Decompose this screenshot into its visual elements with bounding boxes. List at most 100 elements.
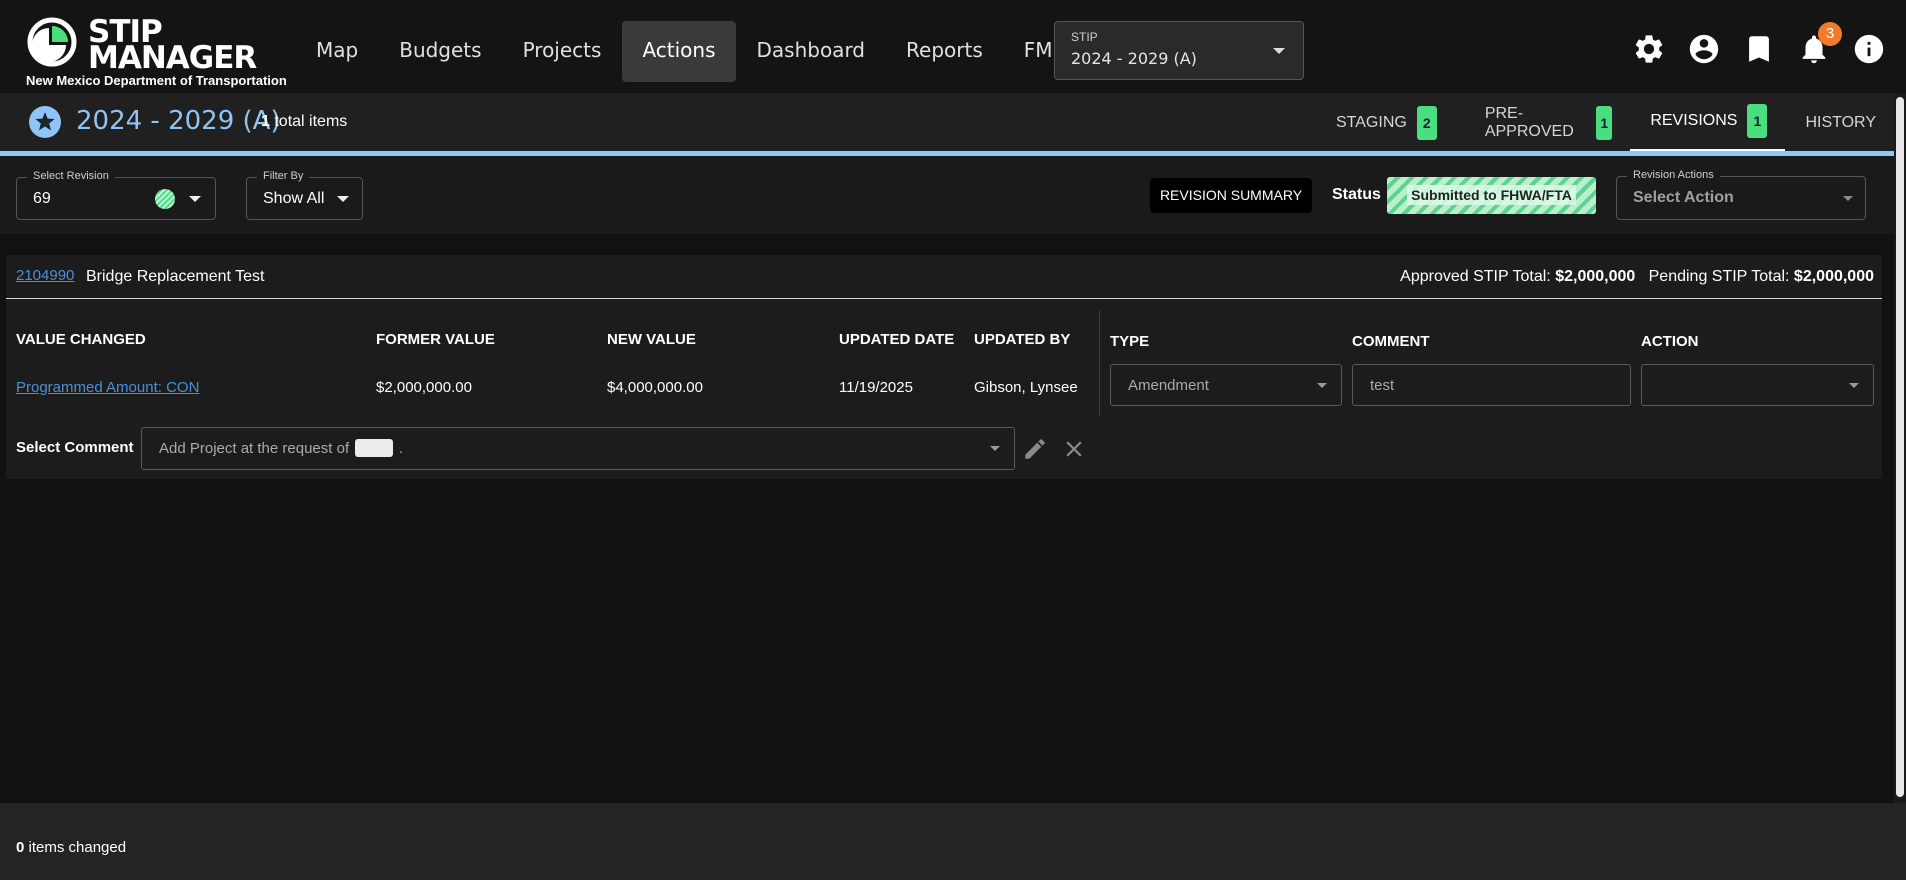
column-header-action: ACTION xyxy=(1641,333,1699,350)
notification-count-badge: 3 xyxy=(1818,22,1842,46)
chevron-down-icon xyxy=(1273,48,1285,54)
column-divider xyxy=(1099,310,1100,416)
items-changed-text: 0 items changed xyxy=(16,839,126,856)
total-items-text: 1 total items xyxy=(261,113,347,131)
info-icon[interactable] xyxy=(1852,32,1886,66)
close-icon[interactable] xyxy=(1061,436,1087,462)
pencil-icon[interactable] xyxy=(1022,436,1048,462)
column-header-updated-date: UPDATED DATE xyxy=(839,331,955,348)
star-icon[interactable] xyxy=(28,105,62,139)
column-header-new-value: NEW VALUE xyxy=(607,331,696,348)
approved-total-value: $2,000,000 xyxy=(1555,268,1636,285)
filter-by-label: Filter By xyxy=(257,170,310,182)
nav-map[interactable]: Map xyxy=(296,21,378,82)
stip-select-label: STIP xyxy=(1071,30,1098,44)
scrollbar-thumb[interactable] xyxy=(1896,97,1904,797)
page-scrollbar[interactable] xyxy=(1894,93,1906,803)
logo-pie-icon xyxy=(27,17,77,67)
select-comment-dropdown[interactable]: Add Project at the request of Test. xyxy=(141,427,1015,470)
bookmark-icon[interactable] xyxy=(1742,32,1776,66)
status-badge-text: Submitted to FHWA/FTA xyxy=(1407,185,1576,205)
account-icon[interactable] xyxy=(1687,32,1721,66)
comment-input-value: test xyxy=(1370,377,1395,394)
project-name: Bridge Replacement Test xyxy=(86,268,265,285)
chevron-down-icon xyxy=(1849,383,1859,388)
revision-summary-button[interactable]: REVISION SUMMARY xyxy=(1150,178,1312,213)
chevron-down-icon xyxy=(1317,383,1327,388)
tab-revisions-label: REVISIONS xyxy=(1650,112,1738,129)
updated-date-cell: 11/19/2025 xyxy=(839,379,913,396)
logo-title-line2: MANAGER xyxy=(88,40,257,76)
stip-select-value: 2024 - 2029 (A) xyxy=(1071,49,1197,68)
action-dropdown[interactable] xyxy=(1641,364,1874,406)
tab-staging[interactable]: STAGING 2 xyxy=(1318,93,1455,152)
tab-history-label: HISTORY xyxy=(1805,113,1876,131)
project-card-header: 2104990 Bridge Replacement Test Approved… xyxy=(6,255,1882,299)
project-id-link[interactable]: 2104990 xyxy=(16,267,74,284)
comment-text-after: . xyxy=(398,440,403,457)
column-header-type: TYPE xyxy=(1110,333,1150,350)
new-value-cell: $4,000,000.00 xyxy=(607,379,703,396)
tab-pre-approved-label: PRE-APPROVED xyxy=(1484,104,1574,140)
chevron-down-icon xyxy=(337,196,349,202)
column-header-former-value: FORMER VALUE xyxy=(376,331,495,348)
tab-revisions-count: 1 xyxy=(1747,104,1768,138)
column-header-comment: COMMENT xyxy=(1352,333,1430,350)
approved-total-label: Approved STIP Total: xyxy=(1400,268,1551,285)
revision-tabs: STAGING 2 PRE-APPROVED 1 REVISIONS 1 HISTOR… xyxy=(1318,93,1894,152)
comment-input[interactable]: test xyxy=(1352,364,1631,406)
stip-select[interactable]: STIP 2024 - 2029 (A) xyxy=(1054,21,1304,80)
page-header: 2024 - 2029 (A) 1 total items STAGING 2 P… xyxy=(0,93,1894,152)
former-value-cell: $2,000,000.00 xyxy=(376,379,472,396)
total-items-count: 1 xyxy=(261,113,270,130)
column-header-updated-by: UPDATED BY xyxy=(974,331,1071,348)
revision-actions-dropdown[interactable]: Revision Actions Select Action xyxy=(1616,169,1866,220)
revision-status-icon xyxy=(155,189,175,209)
status-badge: Submitted to FHWA/FTA xyxy=(1387,177,1596,214)
tab-history[interactable]: HISTORY xyxy=(1785,93,1894,152)
gear-icon[interactable] xyxy=(1632,32,1666,66)
filter-by-dropdown[interactable]: Filter By Show All xyxy=(246,170,363,220)
tab-staging-label: STAGING xyxy=(1336,113,1407,131)
top-navigation-bar: STIP MANAGER New Mexico Department of Tr… xyxy=(0,0,1906,93)
project-card: 2104990 Bridge Replacement Test Approved… xyxy=(6,255,1882,479)
tab-pre-approved[interactable]: PRE-APPROVED 1 xyxy=(1455,93,1630,152)
pending-total-label: Pending STIP Total: xyxy=(1648,268,1790,285)
filter-bar: Select Revision 69 Filter By Show All RE… xyxy=(0,156,1894,234)
nav-dashboard[interactable]: Dashboard xyxy=(737,21,886,82)
filter-by-value: Show All xyxy=(263,190,325,207)
type-dropdown-value: Amendment xyxy=(1128,377,1209,394)
updated-by-cell: Gibson, Lynsee xyxy=(974,379,1078,396)
logo-subtitle: New Mexico Department of Transportation xyxy=(26,73,287,88)
revision-actions-label: Revision Actions xyxy=(1627,169,1720,181)
chevron-down-icon xyxy=(1843,196,1853,201)
total-items-label: total items xyxy=(274,113,348,130)
tab-pre-approved-count: 1 xyxy=(1596,105,1613,140)
comment-text-before: Add Project at the request of xyxy=(159,440,350,457)
value-changed-link[interactable]: Programmed Amount: CON xyxy=(16,379,199,396)
select-revision-value: 69 xyxy=(33,190,51,207)
revision-actions-value: Select Action xyxy=(1633,189,1734,206)
main-nav: Map Budgets Projects Actions Dashboard R… xyxy=(296,21,1092,82)
nav-projects[interactable]: Projects xyxy=(503,21,622,82)
chevron-down-icon xyxy=(990,446,1000,451)
nav-reports[interactable]: Reports xyxy=(886,21,1003,82)
type-dropdown[interactable]: Amendment xyxy=(1110,364,1342,406)
select-revision-label: Select Revision xyxy=(27,170,115,182)
tab-revisions[interactable]: REVISIONS 1 xyxy=(1630,93,1786,152)
nav-budgets[interactable]: Budgets xyxy=(379,21,501,82)
select-comment-value: Add Project at the request of Test. xyxy=(159,439,403,457)
select-revision-dropdown[interactable]: Select Revision 69 xyxy=(16,170,216,220)
items-changed-count: 0 xyxy=(16,839,25,856)
app-logo[interactable]: STIP MANAGER New Mexico Department of Tr… xyxy=(26,14,287,90)
status-label: Status xyxy=(1332,186,1381,203)
select-comment-label: Select Comment xyxy=(16,439,134,456)
pending-total-value: $2,000,000 xyxy=(1793,268,1874,285)
items-changed-label: items changed xyxy=(28,839,127,856)
chevron-down-icon xyxy=(189,196,201,202)
footer-bar: 0 items changed xyxy=(0,803,1906,880)
nav-actions[interactable]: Actions xyxy=(622,21,736,82)
tab-staging-count: 2 xyxy=(1416,105,1437,140)
page-title: 2024 - 2029 (A) xyxy=(76,106,281,136)
column-header-value-changed: VALUE CHANGED xyxy=(16,331,146,348)
